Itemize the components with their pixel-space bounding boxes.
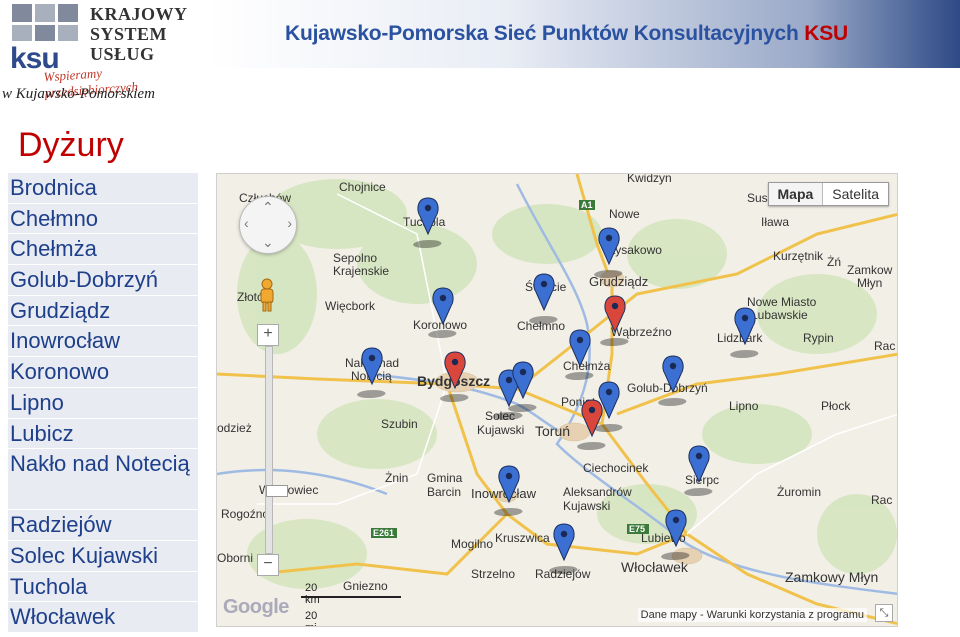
map-label: Włocławek: [621, 559, 689, 575]
map-label: odzież: [217, 421, 252, 435]
header-title: Kujawsko-Pomorska Sieć Punktów Konsultac…: [285, 22, 848, 45]
google-logo: Google: [223, 596, 289, 618]
city-item-koronowo[interactable]: Koronowo: [8, 357, 198, 388]
logo-region: w Kujawsko-Pomorskiem: [2, 86, 155, 102]
city-item-lubicz[interactable]: Lubicz: [8, 418, 198, 450]
pan-left-icon[interactable]: ‹: [244, 215, 249, 231]
map-label: Toruń: [535, 423, 570, 439]
city-item-chelmza[interactable]: Chełmża: [8, 234, 198, 266]
city-item-tuchola[interactable]: Tuchola: [8, 571, 198, 603]
map-label: Rac: [874, 339, 895, 353]
map-canvas: Chojnice Człuchów Tuchola Sepolno Krajen…: [217, 174, 897, 626]
map-label: Kwidzyn: [627, 174, 672, 185]
map-label: Zamkowy Młyn: [785, 569, 878, 585]
map-label: Nowe Miasto: [747, 295, 817, 309]
city-item-radziejow[interactable]: Radziejów: [8, 510, 198, 541]
map-label: Sepolno: [333, 251, 377, 265]
map-label: Młyn: [857, 276, 882, 290]
map-label: Chełmża: [563, 359, 611, 373]
map-label: Aleksandrów: [563, 485, 632, 499]
map-label: Gniezno: [343, 579, 388, 593]
city-item-lipno[interactable]: Lipno: [8, 387, 198, 419]
logo-name: KRAJOWY SYSTEM USŁUG: [90, 4, 188, 64]
map-label: Chojnice: [339, 180, 386, 194]
city-item-inowroclaw[interactable]: Inowrocław: [8, 326, 198, 358]
zoom-out-button[interactable]: −: [257, 554, 279, 576]
map-label: Kujawski: [477, 423, 524, 437]
map-label: Golub-Dobrzyń: [627, 381, 708, 395]
map-label: Gmina: [427, 471, 463, 485]
road-label: E75: [629, 524, 645, 534]
map-label: Więcbork: [325, 299, 376, 313]
map-label: Rac: [871, 493, 892, 507]
map-label: Żuromin: [777, 485, 821, 499]
map-label: Żń: [827, 255, 841, 269]
map-label: Iława: [761, 215, 789, 229]
map-label: Wąbrzeźno: [611, 325, 672, 339]
fullscreen-icon[interactable]: ⤡: [875, 604, 893, 622]
header-title-accent: KSU: [804, 22, 848, 45]
ksu-logo: ksu KRAJOWY SYSTEM USŁUG Wspieramy przed…: [2, 4, 198, 104]
zoom-in-button[interactable]: +: [257, 324, 279, 346]
map-type-satellite-button[interactable]: Satelita: [823, 183, 888, 205]
road-label: E261: [373, 528, 394, 538]
city-item-solec-kujawski[interactable]: Solec Kujawski: [8, 540, 198, 572]
zoom-slider-thumb[interactable]: [266, 485, 288, 497]
map-label: Rypin: [803, 331, 834, 345]
map-label: Mogilno: [451, 537, 493, 551]
city-item-chelmno[interactable]: Chełmno: [8, 203, 198, 235]
map-type-control: Mapa Satelita: [767, 182, 889, 206]
city-item-brodnica[interactable]: Brodnica: [8, 173, 198, 204]
pegman-icon[interactable]: [255, 278, 279, 312]
map-attribution[interactable]: Dane mapy - Warunki korzystania z progra…: [637, 608, 867, 622]
pan-down-icon[interactable]: ⌄: [262, 234, 274, 251]
scale-km: 20 km: [305, 582, 320, 606]
map-label: Lubawskie: [751, 308, 808, 322]
city-list: Brodnica Chełmno Chełmża Golub-Dobrzyń G…: [8, 173, 198, 633]
map-label: Krajenskie: [333, 264, 389, 278]
map-label: Kruszwica: [495, 531, 550, 545]
map-type-map-button[interactable]: Mapa: [768, 183, 824, 205]
pan-up-icon[interactable]: ⌃: [262, 199, 274, 216]
map-marker-lipno[interactable]: [682, 445, 715, 496]
map-label: Koronowo: [413, 318, 467, 332]
map-label: Oborni: [217, 551, 253, 565]
map-label: Ciechocinek: [583, 461, 649, 475]
map-label: Lipno: [729, 399, 759, 413]
road-label: A1: [581, 200, 593, 210]
city-item-grudziadz[interactable]: Grudziądz: [8, 295, 198, 327]
city-item-naklo[interactable]: Nakło nad Notecią: [8, 449, 198, 511]
map-label: Szubin: [381, 417, 418, 431]
map-label: Płock: [821, 399, 851, 413]
map-label: Strzelno: [471, 567, 515, 581]
scale-mi: 20 mi: [305, 610, 318, 626]
city-item-golub-dobrzyn[interactable]: Golub-Dobrzyń: [8, 265, 198, 296]
logo-mark-icon: [12, 4, 80, 44]
map-label: Kurzętnik: [773, 249, 824, 263]
map-label: Nowe: [609, 207, 640, 221]
city-item-wloclawek[interactable]: Włocławek: [8, 602, 198, 633]
map-label: Barcin: [427, 485, 461, 499]
pan-control[interactable]: ⌃ ⌄ ‹ ›: [239, 196, 297, 254]
map-label: Kujawski: [563, 499, 610, 513]
map-label: Żnin: [385, 471, 408, 485]
zoom-slider-track[interactable]: [265, 346, 288, 554]
pan-right-icon[interactable]: ›: [287, 215, 292, 231]
page-title: Dyżury: [18, 126, 124, 164]
zoom-control: + −: [257, 324, 288, 576]
google-map[interactable]: Chojnice Człuchów Tuchola Sepolno Krajen…: [216, 173, 898, 627]
map-label: Zamkow: [847, 263, 893, 277]
